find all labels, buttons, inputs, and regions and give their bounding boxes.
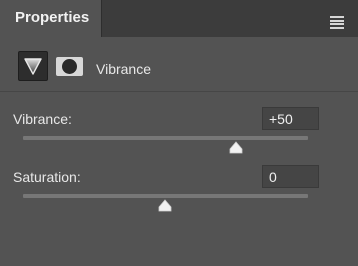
hamburger-menu-icon[interactable]: [330, 16, 344, 29]
tab-properties-label: Properties: [15, 9, 90, 26]
saturation-slider-thumb[interactable]: [157, 199, 173, 212]
adjustment-name: Vibrance: [96, 61, 152, 77]
vibrance-value-field[interactable]: +50: [262, 107, 319, 130]
properties-panel: Properties Vibrance Vibrance: +50 Satura…: [0, 0, 358, 266]
adjustment-triangle-icon[interactable]: [18, 51, 48, 81]
vibrance-label: Vibrance:: [13, 111, 72, 127]
saturation-value-field[interactable]: 0: [262, 165, 319, 188]
panel-header: Properties: [0, 0, 358, 37]
layer-mask-icon[interactable]: [56, 57, 83, 76]
saturation-slider-track[interactable]: [23, 194, 308, 198]
saturation-label: Saturation:: [13, 169, 81, 185]
adjustment-type-row: [0, 38, 358, 92]
vibrance-slider-thumb[interactable]: [228, 141, 244, 154]
tab-properties[interactable]: Properties: [0, 0, 102, 37]
vibrance-slider-track[interactable]: [23, 136, 308, 140]
